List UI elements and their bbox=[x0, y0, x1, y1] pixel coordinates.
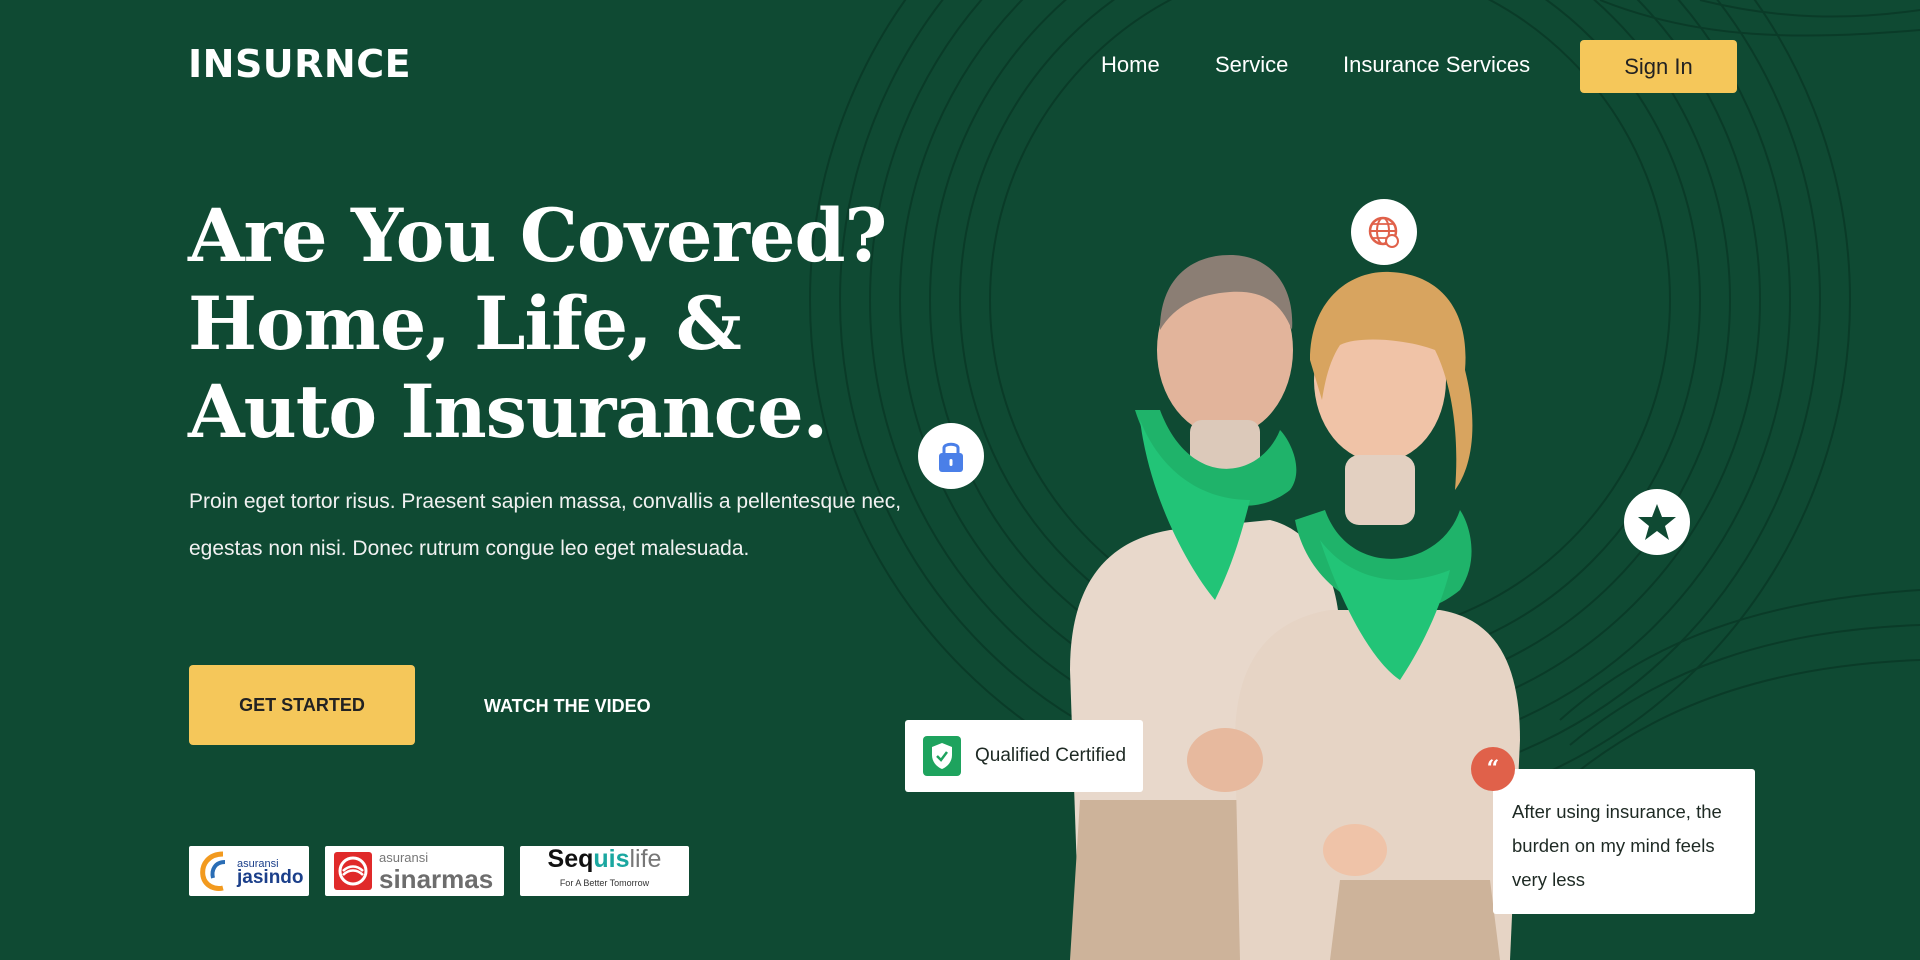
headline-line-3: Auto Insurance. bbox=[188, 369, 828, 455]
nav-insurance-services-link[interactable]: Insurance Services bbox=[1343, 52, 1530, 78]
shield-check-icon bbox=[923, 736, 961, 776]
jasindo-name: jasindo bbox=[237, 867, 304, 888]
nav-home-link[interactable]: Home bbox=[1101, 52, 1160, 78]
lock-bubble bbox=[918, 423, 984, 489]
brand-logo[interactable]: INSURNCE bbox=[188, 42, 411, 86]
sign-in-button[interactable]: Sign In bbox=[1580, 40, 1737, 93]
partner-logo-sinarmas: asuransi sinarmas bbox=[325, 846, 504, 896]
quote-icon: “ bbox=[1471, 747, 1515, 791]
jasindo-swirl-icon bbox=[200, 851, 226, 891]
sequis-name-part-a: Seq bbox=[547, 846, 594, 873]
star-icon bbox=[1638, 504, 1676, 540]
globe-bubble bbox=[1351, 199, 1417, 265]
nav-service-link[interactable]: Service bbox=[1215, 52, 1288, 78]
certified-label: Qualified Certified bbox=[975, 745, 1127, 766]
star-bubble bbox=[1624, 489, 1690, 555]
sequis-tagline: For A Better Tomorrow bbox=[559, 878, 650, 888]
hero-headline: Are You Covered? Home, Life, & Auto Insu… bbox=[188, 192, 887, 456]
sequis-name-part-b: uis bbox=[593, 846, 630, 873]
sinarmas-emblem-icon bbox=[334, 852, 372, 890]
get-started-button[interactable]: GET STARTED bbox=[189, 665, 415, 745]
watch-video-link[interactable]: WATCH THE VIDEO bbox=[484, 696, 651, 717]
partner-logo-sequislife: Sequislife For A Better Tomorrow bbox=[520, 846, 689, 896]
qualified-certified-card: Qualified Certified bbox=[905, 720, 1143, 792]
sinarmas-name: sinarmas bbox=[379, 864, 494, 894]
headline-line-2: Home, Life, & bbox=[188, 281, 742, 367]
headline-line-1: Are You Covered? bbox=[188, 193, 887, 279]
globe-icon bbox=[1368, 216, 1399, 248]
hero-description: Proin eget tortor risus. Praesent sapien… bbox=[189, 490, 902, 560]
testimonial-card: After using insurance, the burden on my … bbox=[1493, 769, 1755, 914]
sequis-name-part-c: life bbox=[629, 846, 662, 873]
testimonial-text: After using insurance, the burden on my … bbox=[1512, 801, 1722, 890]
lock-icon bbox=[939, 442, 963, 472]
partner-logo-jasindo: asuransi jasindo bbox=[189, 846, 309, 896]
